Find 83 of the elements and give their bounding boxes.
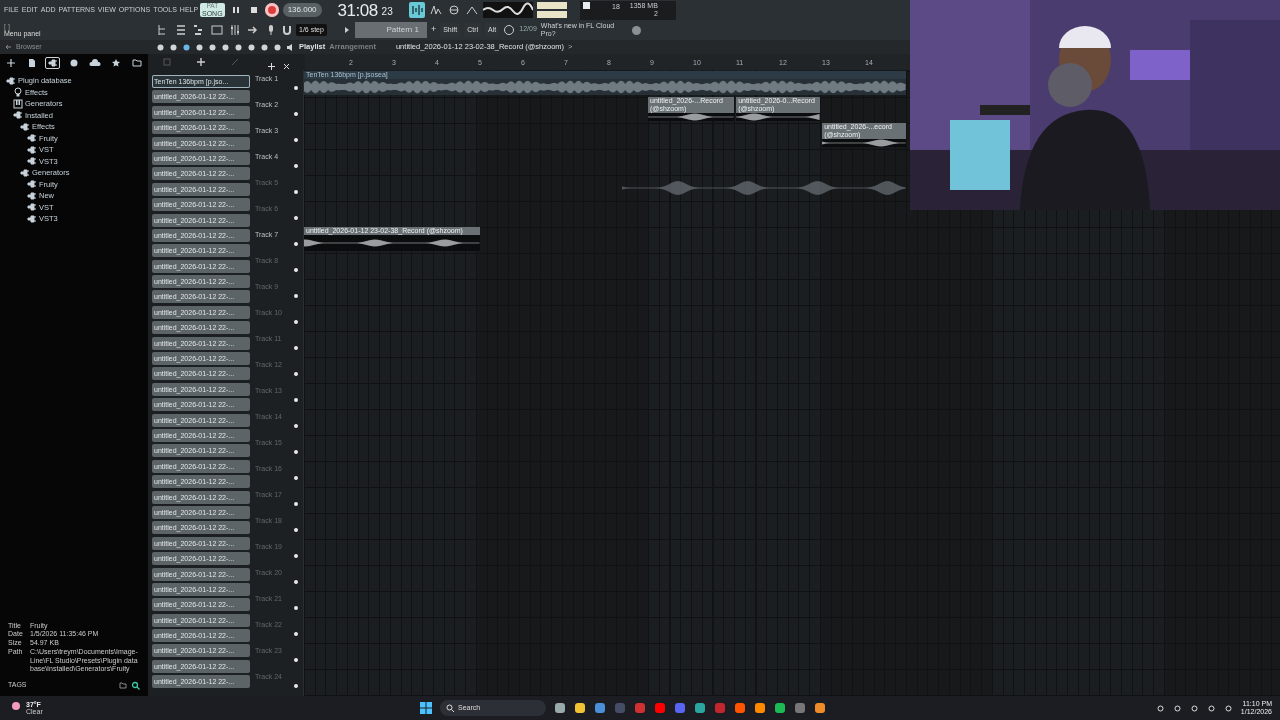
track-dot-icon[interactable] [294,138,298,142]
browser-tab[interactable] [129,57,145,69]
track-dot-icon[interactable] [294,242,298,246]
chat-icon[interactable] [503,24,516,36]
audio-clip[interactable] [622,180,907,196]
plug-icon [13,110,23,121]
app-icon[interactable] [654,702,666,714]
track-dot-icon[interactable] [294,190,298,194]
plug-icon [47,58,58,68]
track-dot-icon[interactable] [294,450,298,454]
plug-icon [20,167,30,178]
track-dot-icon[interactable] [294,268,298,272]
app-icon[interactable] [634,702,646,714]
song-time-ticks: 23 [381,4,393,19]
plug-icon [6,75,16,86]
globe-icon[interactable] [630,24,642,36]
document-icon [26,58,37,68]
track-dot-icon[interactable] [294,580,298,584]
plug-icon [20,121,30,132]
app-icon[interactable] [694,702,706,714]
track-dot-icon[interactable] [294,398,298,402]
back-arrow-icon[interactable] [4,43,12,51]
folder-icon[interactable] [574,702,586,714]
app-icon[interactable] [714,702,726,714]
track-dot-icon[interactable] [294,502,298,506]
brush-icon[interactable] [182,42,191,52]
track-dot-icon[interactable] [294,632,298,636]
app-icon[interactable] [734,702,746,714]
track-dot-icon[interactable] [294,606,298,610]
plug-icon [27,190,37,201]
tempo-display[interactable]: 136.000 [282,3,322,17]
track-dot-icon[interactable] [294,372,298,376]
track-dot-icon[interactable] [294,554,298,558]
window-icon[interactable] [554,702,566,714]
track-dot-icon[interactable] [294,86,298,90]
record-button[interactable] [264,3,279,17]
app-icon[interactable] [754,702,766,714]
track-dot-icon[interactable] [294,346,298,350]
track-dot-icon[interactable] [294,320,298,324]
track-dot-icon[interactable] [294,112,298,116]
track-dot-icon[interactable] [294,294,298,298]
app-icon[interactable] [794,702,806,714]
window-icon[interactable] [210,23,224,37]
track-dot-icon[interactable] [294,684,298,688]
list-icon[interactable] [174,23,188,37]
track-dot-icon[interactable] [294,164,298,168]
oscilloscope [482,2,533,18]
crosshair-icon [5,58,16,68]
app-icon[interactable] [814,702,826,714]
plug-icon [27,179,37,190]
piano-icon [13,98,23,109]
app-icon[interactable] [774,702,786,714]
plug-icon [27,133,37,144]
app-icon[interactable] [594,702,606,714]
crosshair-icon[interactable] [196,57,206,67]
browser-tab[interactable] [45,57,61,69]
app-icon[interactable] [674,702,686,714]
play-small-icon[interactable] [342,25,351,35]
level-meter [536,2,567,18]
track-dot-icon[interactable] [294,424,298,428]
plug-icon [27,202,37,213]
pattern-selector[interactable]: Pattern 1 [354,22,427,38]
star-icon [111,58,122,68]
globe-icon [69,58,79,68]
close-icon[interactable] [283,63,290,70]
plus-icon[interactable] [268,63,275,70]
add-pattern-button[interactable]: + [430,23,437,37]
plug-icon [27,213,37,224]
track-dot-icon[interactable] [294,476,298,480]
cpu-meter-icon [583,1,590,9]
folder-icon [132,58,143,68]
plug-icon [27,156,37,167]
waveform-view-icon[interactable] [408,2,425,18]
loop-icon[interactable] [446,3,461,17]
track-dot-icon[interactable] [294,528,298,532]
track-dot-icon[interactable] [294,658,298,662]
song-time: 31:08 [337,1,378,19]
windows-start-icon[interactable] [420,702,432,714]
meter-icon[interactable] [428,3,443,17]
plug-icon [27,144,37,155]
lightbulb-icon [13,87,23,98]
sliders-icon[interactable] [228,23,242,37]
track-dot-icon[interactable] [294,216,298,220]
